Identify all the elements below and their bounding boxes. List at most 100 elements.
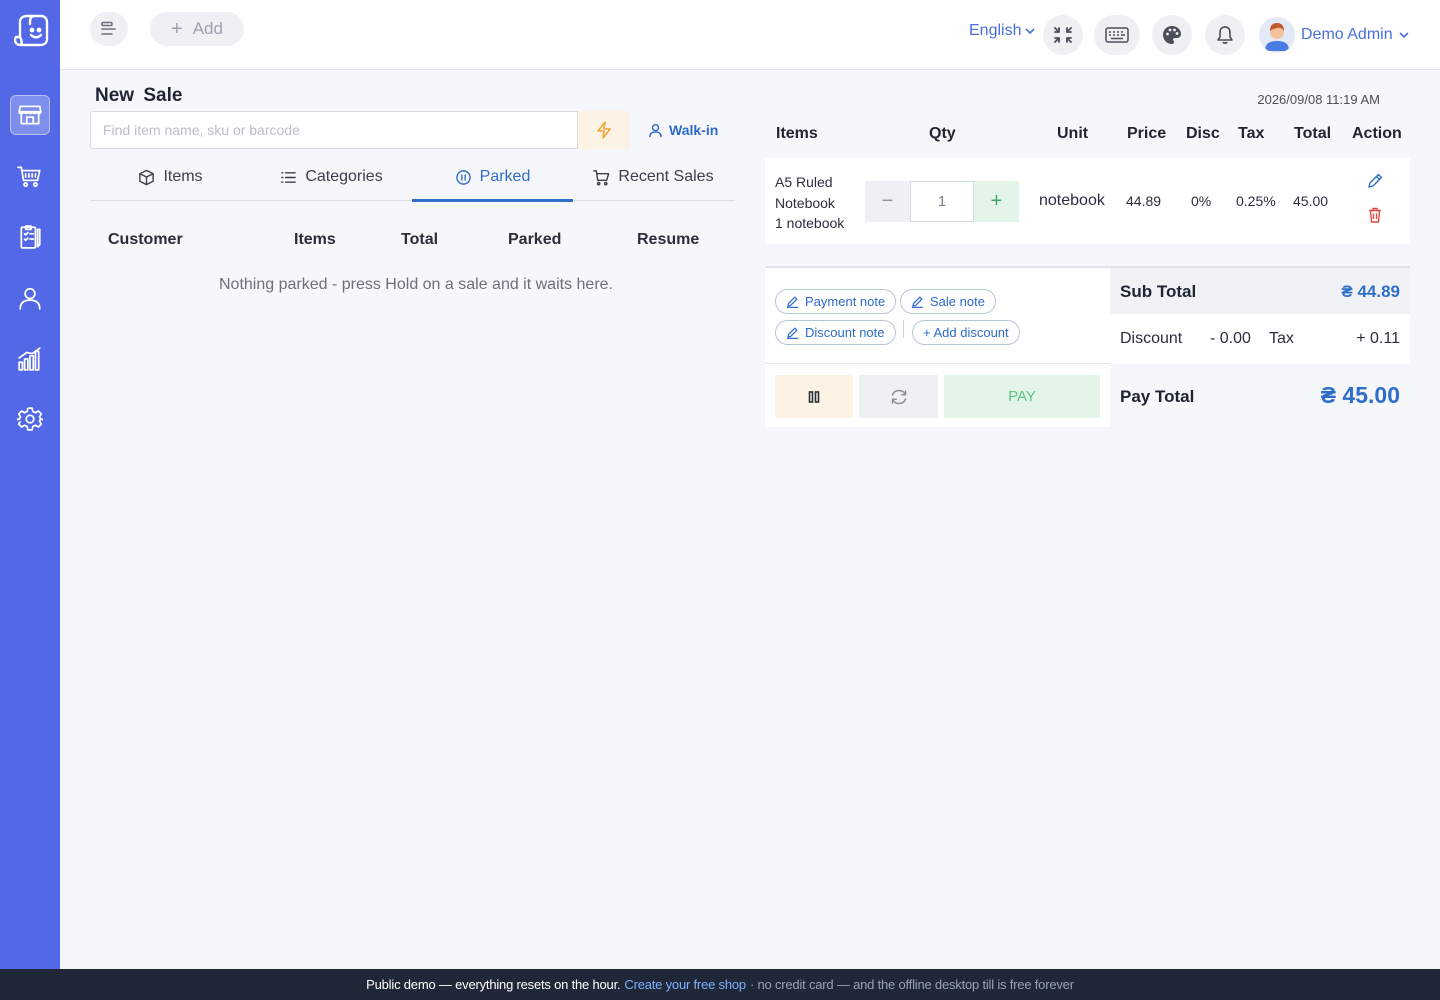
user-name: Demo Admin xyxy=(1301,26,1393,43)
payment-note-button[interactable]: Payment note xyxy=(775,289,897,314)
totals-panel: Sub Total ₴ 44.89 Discount - 0.00 Tax + … xyxy=(1110,266,1410,427)
cart-header-items: Items xyxy=(776,125,818,142)
chevron-down-icon xyxy=(1025,27,1036,34)
tab-categories[interactable]: Categories xyxy=(251,153,412,201)
reset-sale-button[interactable] xyxy=(859,375,938,418)
sidebar xyxy=(0,0,60,969)
add-discount-label: + Add discount xyxy=(923,325,1009,340)
cart-header-unit: Unit xyxy=(1057,125,1089,142)
clipboard-icon xyxy=(20,225,41,249)
lightning-icon xyxy=(597,121,611,139)
pay-total-label: Pay Total xyxy=(1120,387,1195,406)
pencil-icon xyxy=(786,296,799,308)
delete-item-button[interactable] xyxy=(1366,206,1384,224)
plus-icon: + xyxy=(171,18,183,40)
tab-recent-sales[interactable]: Recent Sales xyxy=(573,153,734,201)
qty-increase-button[interactable]: + xyxy=(974,181,1019,222)
pill-divider xyxy=(903,320,904,338)
column-header-items: Items xyxy=(294,231,336,248)
customer-name: Walk-in xyxy=(669,122,719,138)
cart-header-price: Price xyxy=(1127,125,1167,142)
edit-item-button[interactable] xyxy=(1366,172,1384,190)
add-button-label: Add xyxy=(192,19,223,38)
discount-note-button[interactable]: Discount note xyxy=(775,320,896,345)
item-search-box xyxy=(90,111,578,149)
cart-item-total: 45.00 xyxy=(1293,193,1329,209)
sidebar-item-purchases[interactable] xyxy=(10,156,50,196)
chevron-down-icon xyxy=(1399,31,1409,38)
notes-panel: Payment note Sale note Discount note + A… xyxy=(765,266,1110,427)
cart-item-tax: 0.25% xyxy=(1236,193,1276,209)
cart-item-name-line1: A5 Ruled xyxy=(775,174,833,190)
add-discount-button[interactable]: + Add discount xyxy=(912,320,1020,345)
page-title: New Sale xyxy=(95,85,183,106)
language-label: English xyxy=(969,22,1022,39)
sidebar-item-inventory[interactable] xyxy=(10,217,50,257)
fullscreen-button[interactable] xyxy=(1043,15,1083,55)
tab-recent-sales-label: Recent Sales xyxy=(618,168,714,185)
column-header-resume: Resume xyxy=(637,231,700,248)
sub-total-label: Sub Total xyxy=(1120,282,1197,301)
list-icon xyxy=(281,171,297,183)
cart-item-disc: 0% xyxy=(1191,193,1212,209)
tab-parked[interactable]: Parked xyxy=(412,153,573,202)
add-button[interactable]: + Add xyxy=(150,12,244,46)
banner-note: · no credit card — and the offline deskt… xyxy=(749,977,1074,992)
notifications-button[interactable] xyxy=(1205,15,1245,55)
pause-icon xyxy=(808,390,820,403)
sidebar-item-reports[interactable] xyxy=(10,339,50,379)
top-header: + Add English Demo Admin xyxy=(60,0,1440,70)
pencil-icon xyxy=(1368,173,1383,188)
payment-note-label: Payment note xyxy=(805,294,886,309)
store-icon xyxy=(18,105,42,125)
banner-text: Public demo — everything resets on the h… xyxy=(366,977,621,992)
pay-button[interactable]: PAY xyxy=(944,375,1100,418)
item-search-input[interactable] xyxy=(91,112,577,148)
quick-add-button[interactable] xyxy=(578,111,630,149)
pay-total-value: ₴ 45.00 xyxy=(1320,382,1400,408)
cart-item-unit: notebook xyxy=(1039,192,1105,209)
plus-icon: + xyxy=(990,190,1003,212)
cart-item-name-line2: Notebook xyxy=(775,194,835,211)
sub-total-value: ₴ 44.89 xyxy=(1341,282,1400,301)
pause-circle-icon xyxy=(455,169,471,185)
sidebar-item-customers[interactable] xyxy=(10,278,50,318)
create-shop-link[interactable]: Create your free shop xyxy=(624,977,746,992)
column-header-parked: Parked xyxy=(508,231,562,248)
customer-selector[interactable]: Walk-in xyxy=(648,122,718,138)
tax-value: + 0.11 xyxy=(1356,330,1400,347)
qty-decrease-button[interactable]: − xyxy=(865,181,910,222)
app-logo-icon[interactable] xyxy=(11,14,49,50)
tab-items-label: Items xyxy=(163,168,203,185)
language-selector[interactable]: English xyxy=(969,22,1036,40)
column-header-customer: Customer xyxy=(108,231,183,248)
tax-label: Tax xyxy=(1269,330,1294,347)
box-icon xyxy=(139,169,155,185)
palette-icon xyxy=(1163,26,1181,44)
cart-item-price: 44.89 xyxy=(1126,193,1162,209)
sidebar-item-pos[interactable] xyxy=(10,95,50,135)
tab-items[interactable]: Items xyxy=(90,153,251,201)
hold-sale-button[interactable] xyxy=(775,375,853,418)
sidebar-item-settings[interactable] xyxy=(10,399,50,439)
cart-item-name: A5 Ruled Notebook 1 notebook xyxy=(775,172,865,234)
discount-tax-row: Discount - 0.00 Tax + 0.11 xyxy=(1110,314,1410,364)
minus-icon: − xyxy=(881,190,894,212)
menu-toggle-button[interactable] xyxy=(90,12,128,46)
tab-parked-label: Parked xyxy=(479,168,531,185)
discount-note-label: Discount note xyxy=(805,325,885,340)
theme-button[interactable] xyxy=(1152,15,1192,55)
align-left-icon xyxy=(101,21,116,35)
basket-icon xyxy=(17,166,41,188)
keyboard-shortcuts-button[interactable] xyxy=(1094,15,1140,55)
discount-value: - 0.00 xyxy=(1210,330,1251,347)
user-menu[interactable]: Demo Admin xyxy=(1259,17,1409,53)
cart-header-tax: Tax xyxy=(1238,125,1265,142)
pencil-icon xyxy=(786,327,799,339)
qty-input[interactable]: 1 xyxy=(910,181,974,222)
refresh-icon xyxy=(891,389,906,404)
cart-header-qty: Qty xyxy=(929,125,956,142)
sale-note-button[interactable]: Sale note xyxy=(900,289,996,314)
sale-datetime: 2026/09/08 11:19 AM xyxy=(1257,92,1380,107)
empty-state-message: Nothing parked - press Hold on a sale an… xyxy=(219,276,613,293)
